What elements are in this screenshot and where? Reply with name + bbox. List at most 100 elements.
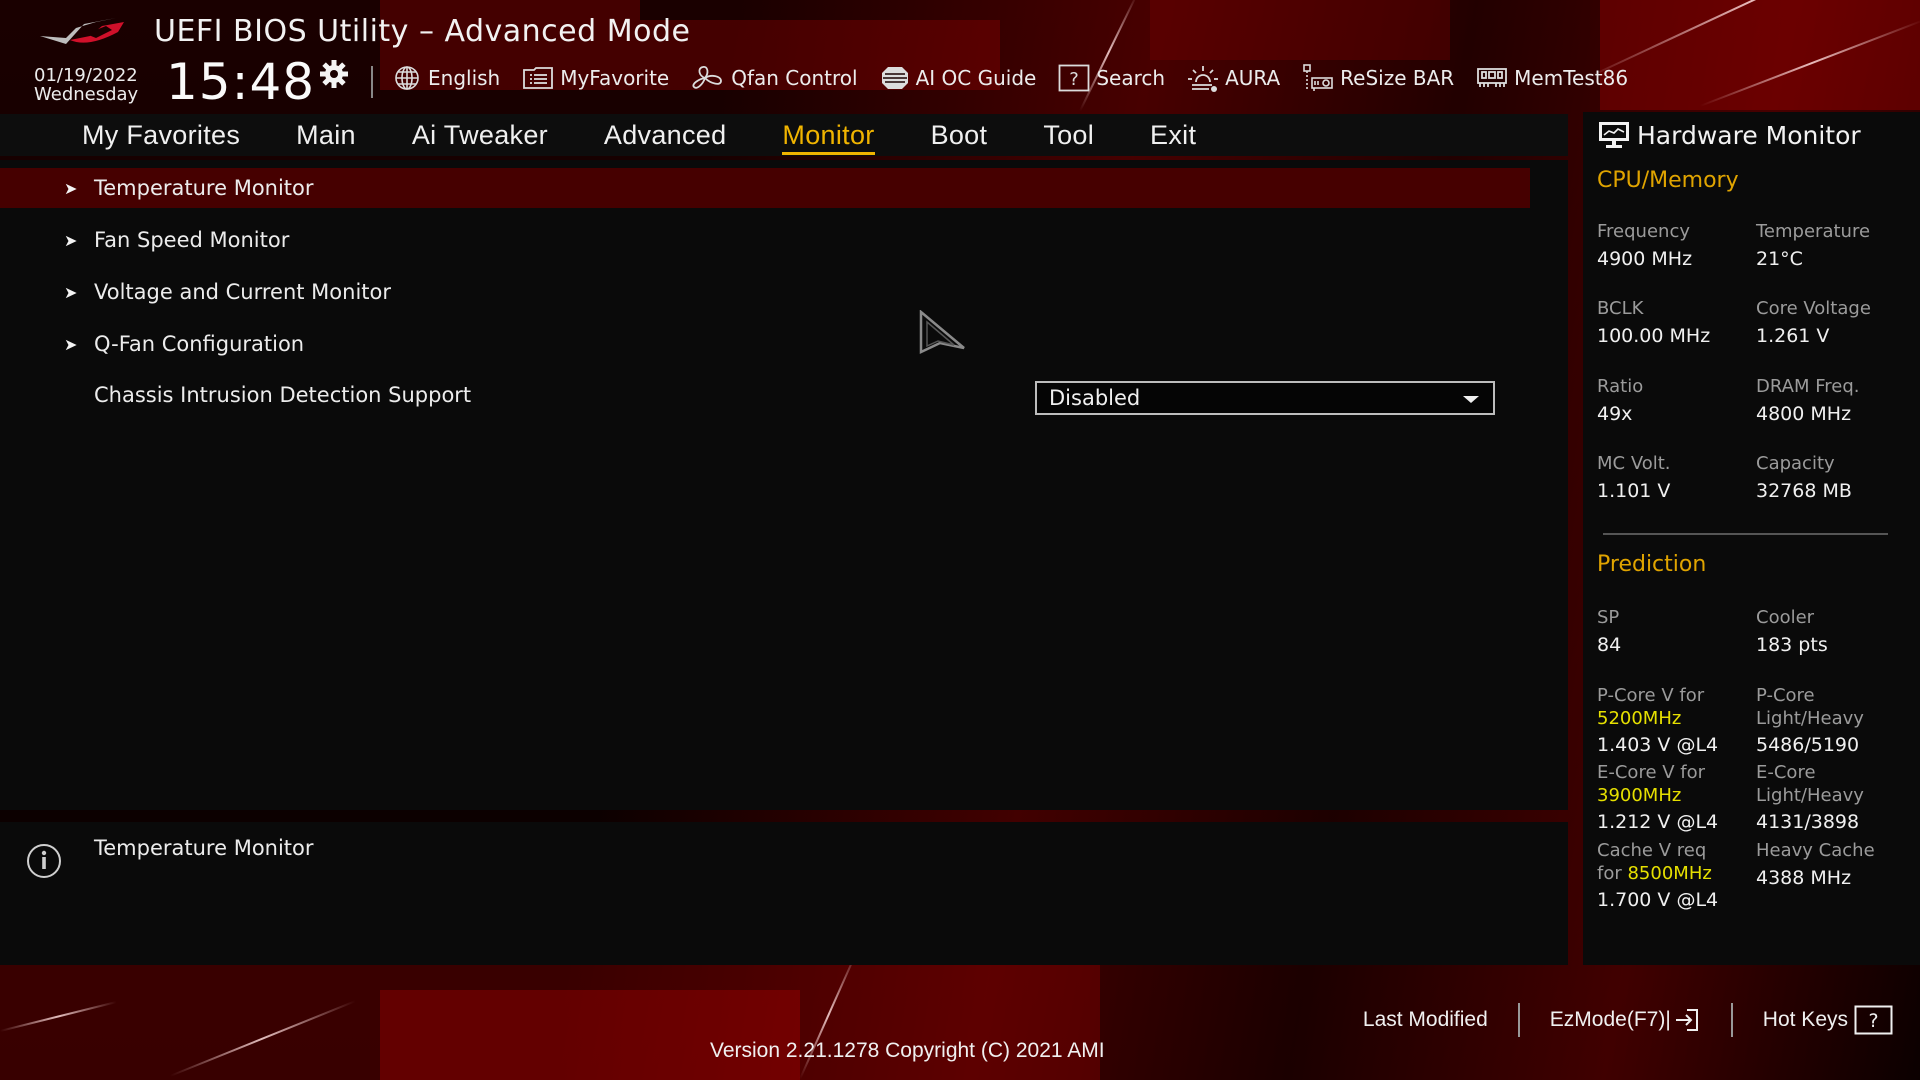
memtest86-button[interactable]: MemTest86: [1476, 66, 1628, 90]
info-icon: [27, 844, 61, 878]
pred-ecore-light-heavy: E-Core Light/Heavy 4131/3898: [1756, 761, 1916, 834]
header: UEFI BIOS Utility – Advanced Mode 01/19/…: [0, 0, 1920, 112]
gear-icon[interactable]: [318, 58, 350, 90]
submenu-arrow-icon: ➤: [64, 282, 78, 302]
memtest86-label: MemTest86: [1514, 66, 1629, 90]
pred-pcore-light-heavy: P-Core Light/Heavy 5486/5190: [1756, 684, 1916, 757]
search-button[interactable]: ? Search: [1058, 64, 1165, 92]
hw-label: BCLK: [1597, 298, 1644, 319]
hw-label: Cooler: [1756, 607, 1815, 628]
hw-temperature: Temperature 21°C: [1756, 220, 1916, 271]
search-label: Search: [1096, 66, 1166, 90]
row-temperature-monitor[interactable]: ➤ Temperature Monitor: [0, 168, 1530, 208]
hw-value: 1.403 V @L4: [1597, 734, 1719, 756]
fan-icon: [692, 66, 723, 89]
tab-monitor[interactable]: Monitor: [782, 120, 875, 155]
app-title: UEFI BIOS Utility – Advanced Mode: [154, 14, 691, 49]
footer: Last Modified EzMode(F7)| Hot Keys ? Ver…: [0, 965, 1920, 1080]
footer-divider: [1730, 1003, 1733, 1037]
aura-button[interactable]: AURA: [1187, 64, 1280, 92]
aura-light-icon: [1188, 66, 1219, 92]
hw-label: Ratio: [1597, 376, 1644, 397]
last-modified-button[interactable]: Last Modified: [1363, 1008, 1488, 1032]
hw-label: P-Core V for: [1597, 685, 1705, 706]
hw-freq-highlight: 3900MHz: [1597, 785, 1682, 806]
hardware-monitor-title: Hardware Monitor: [1597, 120, 1861, 150]
hw-label: Light/Heavy: [1756, 708, 1864, 729]
row-label: Temperature Monitor: [94, 176, 314, 200]
help-text: Temperature Monitor: [94, 836, 314, 860]
menu-tabs: My Favorites Main Ai Tweaker Advanced Mo…: [82, 114, 1252, 156]
hw-label: Cache V req: [1597, 840, 1707, 861]
hw-value: 100.00 MHz: [1597, 325, 1711, 347]
pred-ecore-voltage: E-Core V for 3900MHz 1.212 V @L4: [1597, 761, 1757, 834]
hw-label: MC Volt.: [1597, 453, 1671, 474]
clock: 15:48: [166, 53, 316, 111]
tab-tool[interactable]: Tool: [1043, 120, 1094, 151]
hw-value: 21°C: [1756, 248, 1803, 270]
hw-label: DRAM Freq.: [1756, 376, 1860, 397]
row-label: Chassis Intrusion Detection Support: [94, 383, 472, 407]
hw-label: SP: [1597, 607, 1620, 628]
row-voltage-current-monitor[interactable]: ➤ Voltage and Current Monitor: [0, 272, 1530, 312]
language-button[interactable]: English: [392, 65, 500, 91]
help-question-icon: ?: [1854, 1005, 1893, 1035]
hw-capacity: Capacity 32768 MB: [1756, 452, 1916, 503]
hw-label: E-Core: [1756, 762, 1816, 783]
footer-actions: Last Modified EzMode(F7)| Hot Keys ?: [1363, 1003, 1894, 1037]
hw-label: Heavy Cache: [1756, 840, 1875, 861]
hot-keys-button[interactable]: Hot Keys ?: [1763, 1005, 1894, 1035]
row-fan-speed-monitor[interactable]: ➤ Fan Speed Monitor: [0, 220, 1530, 260]
hw-ratio: Ratio 49x: [1597, 375, 1757, 426]
ezmode-button[interactable]: EzMode(F7)|: [1550, 1007, 1701, 1033]
weekday-value: Wednesday: [34, 84, 139, 105]
hw-value: 4131/3898: [1756, 811, 1860, 833]
hw-value: 1.101 V: [1597, 480, 1671, 502]
resize-bar-button[interactable]: ReSize BAR: [1302, 63, 1454, 93]
ai-oc-guide-label: AI OC Guide: [915, 66, 1037, 90]
submenu-arrow-icon: ➤: [64, 178, 78, 198]
search-help-icon: ?: [1058, 64, 1090, 92]
hardware-monitor-label: Hardware Monitor: [1637, 120, 1861, 150]
row-qfan-configuration[interactable]: ➤ Q-Fan Configuration: [0, 324, 1530, 364]
pred-cooler: Cooler 183 pts: [1756, 606, 1916, 657]
tab-ai-tweaker[interactable]: Ai Tweaker: [412, 120, 548, 151]
myfavorite-label: MyFavorite: [560, 66, 670, 90]
myfavorite-button[interactable]: MyFavorite: [522, 66, 669, 90]
qfan-control-button[interactable]: Qfan Control: [691, 64, 858, 92]
hot-keys-label: Hot Keys: [1762, 1008, 1848, 1031]
hw-value: 1.700 V @L4: [1597, 889, 1719, 911]
mouse-pointer-icon: [919, 310, 965, 354]
tab-boot[interactable]: Boot: [931, 120, 988, 151]
chassis-intrusion-select[interactable]: Disabled: [1035, 381, 1495, 415]
graphics-card-icon: [1303, 64, 1333, 91]
cpu-memory-heading: CPU/Memory: [1597, 168, 1739, 193]
hw-label: Core Voltage: [1756, 298, 1871, 319]
ai-chip-icon: [881, 67, 908, 89]
ezmode-label: EzMode(F7)|: [1549, 1008, 1671, 1031]
tab-advanced[interactable]: Advanced: [604, 120, 727, 151]
prediction-heading: Prediction: [1597, 552, 1707, 577]
hw-divider: [1603, 533, 1888, 535]
tab-exit[interactable]: Exit: [1150, 120, 1196, 151]
hw-bclk: BCLK 100.00 MHz: [1597, 297, 1757, 348]
tab-main[interactable]: Main: [296, 120, 356, 151]
date-value: 01/19/2022: [34, 65, 138, 86]
hw-label: Temperature: [1756, 221, 1871, 242]
select-value: Disabled: [1049, 386, 1141, 410]
hw-mc-volt: MC Volt. 1.101 V: [1597, 452, 1757, 503]
hw-value: 84: [1597, 634, 1622, 656]
hw-value: 49x: [1597, 403, 1633, 425]
qfan-control-label: Qfan Control: [731, 66, 858, 90]
settings-panel: ➤ Temperature Monitor ➤ Fan Speed Monito…: [0, 160, 1568, 810]
ai-oc-guide-button[interactable]: AI OC Guide: [880, 65, 1037, 91]
aura-label: AURA: [1225, 66, 1281, 90]
row-label: Q-Fan Configuration: [94, 332, 305, 356]
hw-frequency: Frequency 4900 MHz: [1597, 220, 1757, 271]
date-display: 01/19/2022 Wednesday: [34, 66, 138, 104]
svg-text:?: ?: [1070, 69, 1080, 90]
hw-value: 5486/5190: [1756, 734, 1860, 756]
tab-my-favorites[interactable]: My Favorites: [82, 120, 240, 151]
last-modified-label: Last Modified: [1362, 1008, 1488, 1031]
row-label: Voltage and Current Monitor: [94, 280, 392, 304]
